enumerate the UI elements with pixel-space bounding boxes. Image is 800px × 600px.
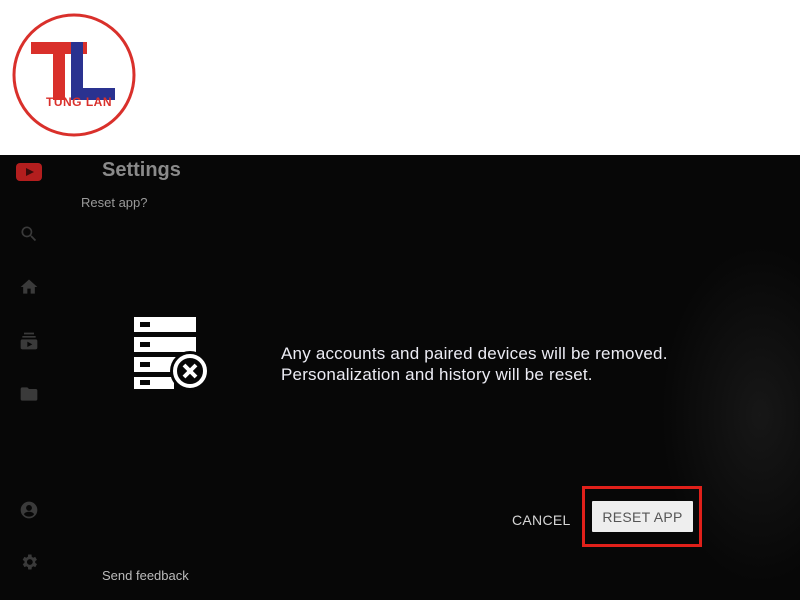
gear-icon[interactable] <box>18 551 40 573</box>
subscriptions-icon[interactable] <box>18 330 40 352</box>
logo-text: TUNG LAN <box>46 95 112 109</box>
dialog-message: Any accounts and paired devices will be … <box>281 344 668 384</box>
reset-app-button[interactable]: RESET APP <box>592 501 693 532</box>
page-title: Settings <box>102 159 181 181</box>
cancel-button[interactable]: CANCEL <box>500 507 583 533</box>
top-banner: TUNG LAN <box>0 0 800 155</box>
tv-screen: Settings Reset app? Any accounts and pai… <box>0 155 800 600</box>
storage-remove-icon <box>134 317 210 391</box>
home-icon[interactable] <box>18 276 40 298</box>
account-icon[interactable] <box>18 499 40 521</box>
youtube-icon[interactable] <box>16 163 42 181</box>
tung-lan-logo <box>12 13 136 137</box>
library-icon[interactable] <box>18 383 40 405</box>
send-feedback-link[interactable]: Send feedback <box>102 568 189 583</box>
dialog-title: Reset app? <box>81 195 148 210</box>
search-icon[interactable] <box>18 223 40 245</box>
